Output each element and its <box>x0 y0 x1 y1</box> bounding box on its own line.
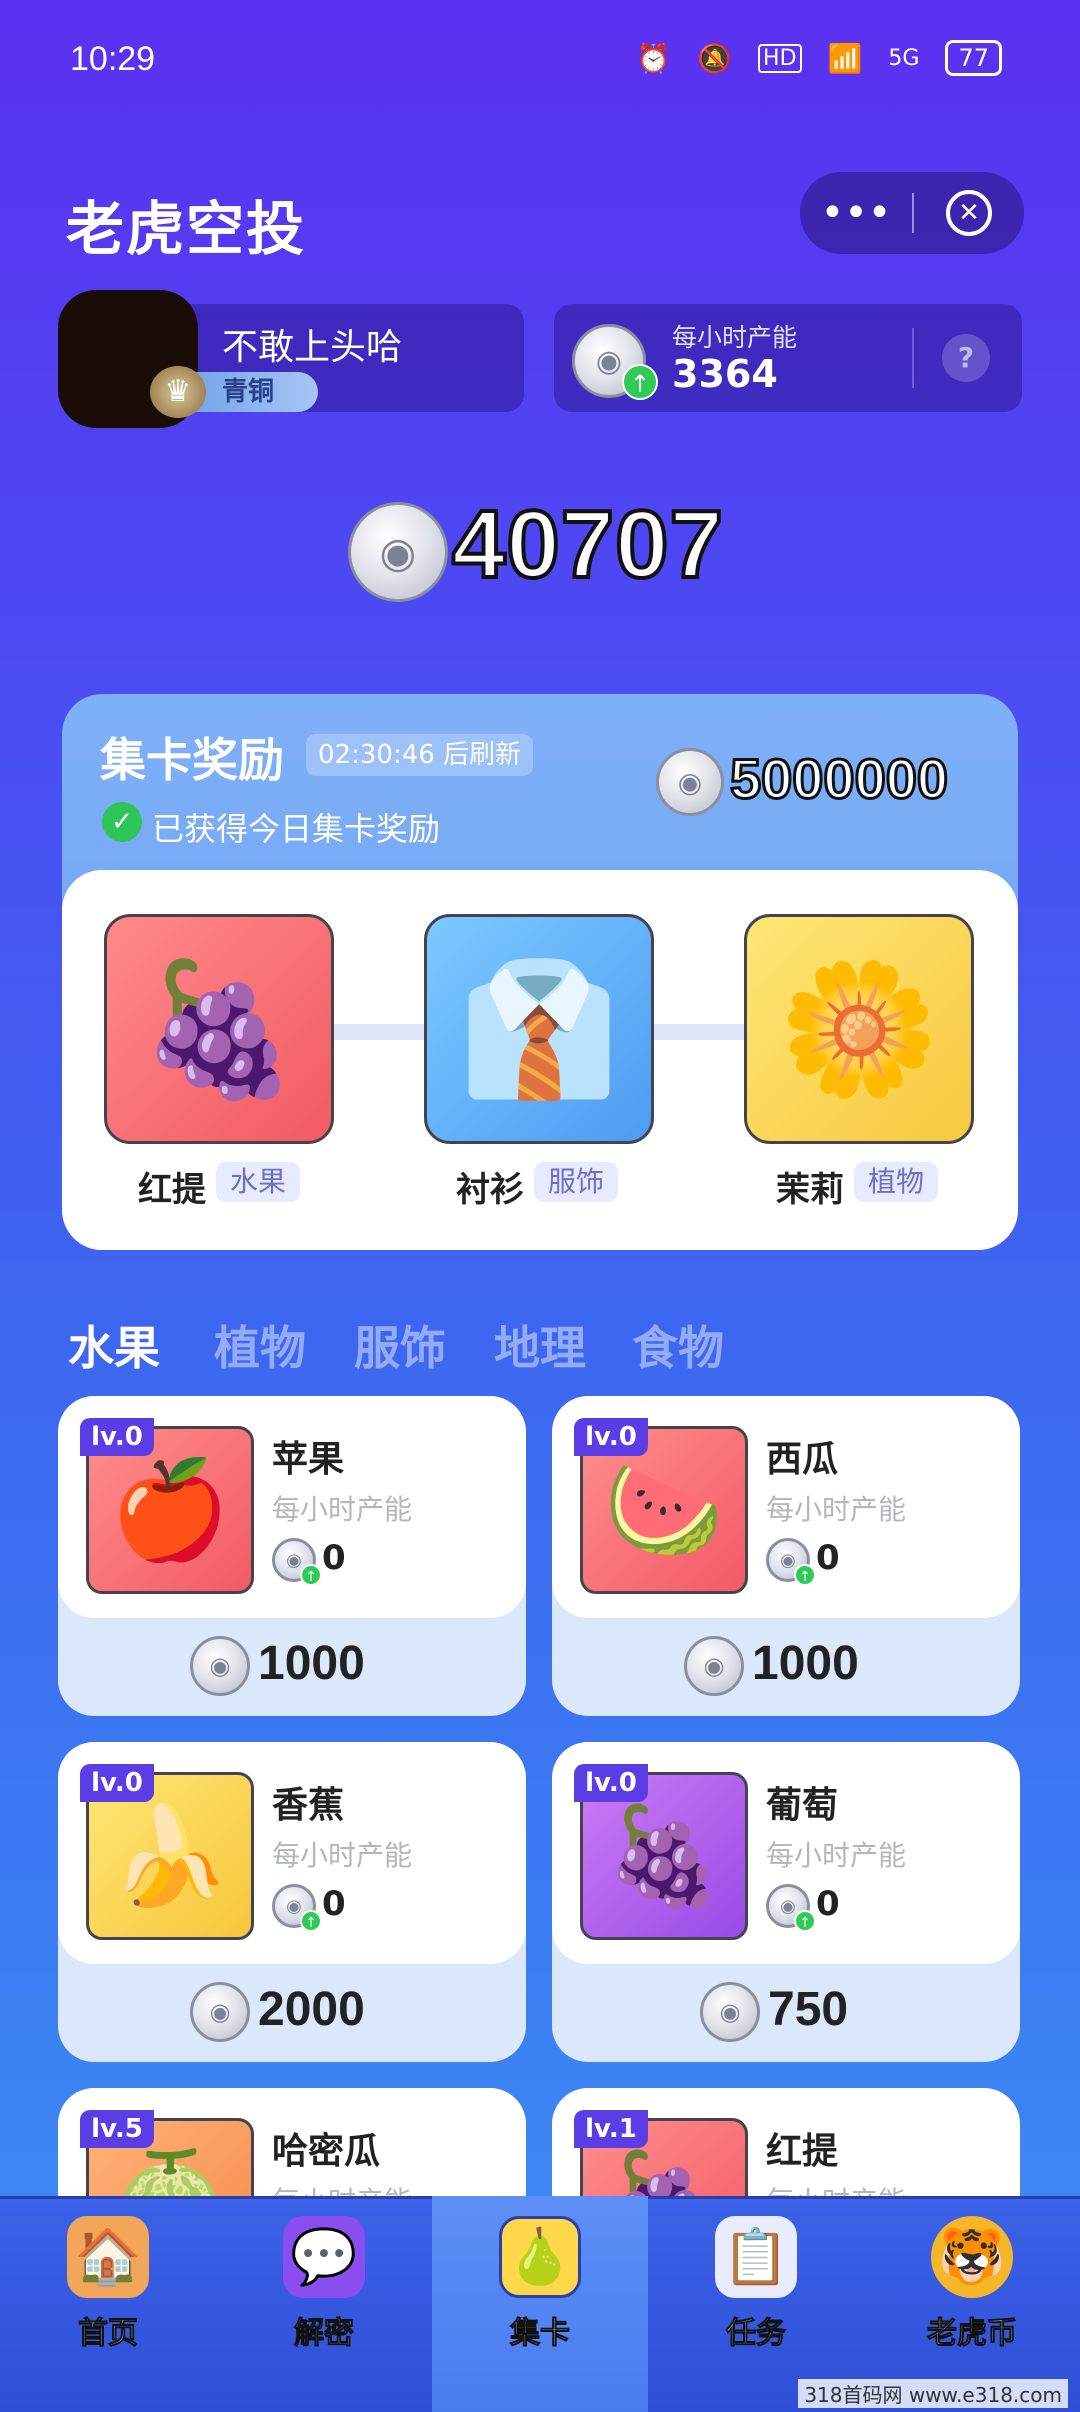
level-badge: lv.5 <box>80 2110 154 2148</box>
arrow-up-icon: ↑ <box>300 1910 322 1932</box>
mute-icon: 🔕 <box>697 41 733 75</box>
item-name: 哈密瓜 <box>272 2131 381 2172</box>
item-price[interactable]: 1000 <box>258 1636 365 1691</box>
item-card[interactable]: 🍌 lv.0 香蕉 每小时产能 ◉ ↑ 0 ◉ 2000 <box>58 1742 526 2062</box>
tiger-coin-icon: ◉ <box>700 1982 760 2042</box>
tab-fruit[interactable]: 水果 <box>68 1312 160 1378</box>
tiger-coin-icon: ◉ <box>684 1636 744 1696</box>
claimed-status: 已获得今日集卡奖励 <box>152 810 441 848</box>
target-tag: 植物 <box>854 1162 939 1202</box>
help-icon[interactable]: ? <box>942 334 990 382</box>
tab-clothing[interactable]: 服饰 <box>354 1312 446 1378</box>
close-button[interactable]: ✕ <box>914 190 1024 236</box>
level-badge: lv.0 <box>80 1418 154 1456</box>
target-name: 茉莉 <box>776 1170 844 1210</box>
item-price[interactable]: 1000 <box>752 1636 859 1691</box>
tiger-coin-icon: ◉ <box>190 1982 250 2042</box>
username: 不敢上头哈 <box>222 327 403 368</box>
target-tag: 服饰 <box>534 1162 619 1202</box>
wifi-icon: 📶 <box>827 41 863 75</box>
battery-indicator: 77 <box>945 40 1002 76</box>
level-badge: lv.0 <box>574 1764 648 1802</box>
item-card[interactable]: 🍎 lv.0 苹果 每小时产能 ◉ ↑ 0 ◉ 1000 <box>58 1396 526 1716</box>
item-card[interactable]: 🍉 lv.0 西瓜 每小时产能 ◉ ↑ 0 ◉ 1000 <box>552 1396 1020 1716</box>
item-name: 香蕉 <box>272 1785 345 1826</box>
item-card[interactable]: 🍇 lv.0 葡萄 每小时产能 ◉ ↑ 0 ◉ 750 <box>552 1742 1020 2062</box>
item-production: 0 <box>816 1538 840 1578</box>
divider <box>912 328 914 388</box>
chat-icon: 💬 <box>283 2216 365 2298</box>
nav-home[interactable]: 🏠 首页 <box>0 2196 216 2412</box>
tab-plant[interactable]: 植物 <box>214 1312 306 1378</box>
arrow-up-icon: ↑ <box>622 364 658 400</box>
grape-icon[interactable]: 🍇 <box>104 914 334 1144</box>
item-name: 西瓜 <box>766 1439 839 1480</box>
item-price[interactable]: 2000 <box>258 1982 365 2037</box>
item-name: 葡萄 <box>766 1785 839 1826</box>
nav-decrypt[interactable]: 💬 解密 <box>216 2196 432 2412</box>
tiger-coin-icon: ◉ <box>656 748 724 816</box>
more-icon[interactable]: ••• <box>800 193 912 233</box>
mini-program-capsule: ••• ✕ <box>800 172 1024 254</box>
tiger-coin-icon: ◉ <box>190 1636 250 1696</box>
nav-label: 任务 <box>726 2316 787 2352</box>
item-production: 0 <box>322 1884 346 1924</box>
production-label: 每小时产能 <box>672 323 798 352</box>
nav-cards[interactable]: 🍐 集卡 <box>432 2196 648 2412</box>
nav-label: 首页 <box>78 2316 139 2352</box>
task-icon: 📋 <box>715 2216 797 2298</box>
level-badge: lv.0 <box>574 1418 648 1456</box>
alarm-icon: ⏰ <box>636 41 672 75</box>
tiger-coin-icon: 🐯 <box>931 2216 1013 2298</box>
crown-icon: ♛ <box>150 366 206 418</box>
arrow-up-icon: ↑ <box>794 1564 816 1586</box>
arrow-up-icon: ↑ <box>794 1910 816 1932</box>
status-time: 10:29 <box>70 40 156 78</box>
item-subtitle: 每小时产能 <box>272 1839 413 1872</box>
refresh-timer: 02:30:46 后刷新 <box>306 734 534 776</box>
nav-label: 解密 <box>294 2316 355 2352</box>
network-label: 5G <box>888 45 920 71</box>
item-production: 0 <box>322 1538 346 1578</box>
nav-label: 老虎币 <box>927 2316 1018 2352</box>
tab-food[interactable]: 食物 <box>632 1312 724 1378</box>
item-name: 苹果 <box>272 1439 345 1480</box>
nav-label: 集卡 <box>510 2316 571 2352</box>
target-name: 红提 <box>138 1170 206 1210</box>
level-badge: lv.0 <box>80 1764 154 1802</box>
arrow-up-icon: ↑ <box>300 1564 322 1586</box>
item-name: 红提 <box>766 2131 839 2172</box>
tab-geography[interactable]: 地理 <box>494 1312 586 1378</box>
item-production: 0 <box>816 1884 840 1924</box>
level-badge: lv.1 <box>574 2110 648 2148</box>
collect-title: 集卡奖励 <box>100 733 284 787</box>
collect-reward-value: 5000000 <box>728 746 949 812</box>
tiger-coin-icon: ◉ <box>348 502 448 602</box>
hd-icon: HD <box>758 43 802 73</box>
item-subtitle: 每小时产能 <box>272 1493 413 1526</box>
target-name: 衬衫 <box>456 1170 524 1210</box>
check-icon: ✓ <box>102 802 142 842</box>
item-price[interactable]: 750 <box>768 1982 848 2037</box>
home-icon: 🏠 <box>67 2216 149 2298</box>
shirt-icon[interactable]: 👔 <box>424 914 654 1144</box>
status-icons: ⏰ 🔕 HD 📶 5G 77 <box>636 40 1002 76</box>
flower-icon[interactable]: 🌼 <box>744 914 974 1144</box>
watermark: 318首码网 www.e318.com <box>798 2379 1068 2408</box>
page-title: 老虎空投 <box>66 195 307 263</box>
item-subtitle: 每小时产能 <box>766 1839 907 1872</box>
target-tag: 水果 <box>216 1162 301 1202</box>
close-icon: ✕ <box>946 190 992 236</box>
production-value: 3364 <box>672 352 778 396</box>
card-icon: 🍐 <box>499 2216 581 2298</box>
item-subtitle: 每小时产能 <box>766 1493 907 1526</box>
coin-balance: 40707 <box>450 489 725 600</box>
